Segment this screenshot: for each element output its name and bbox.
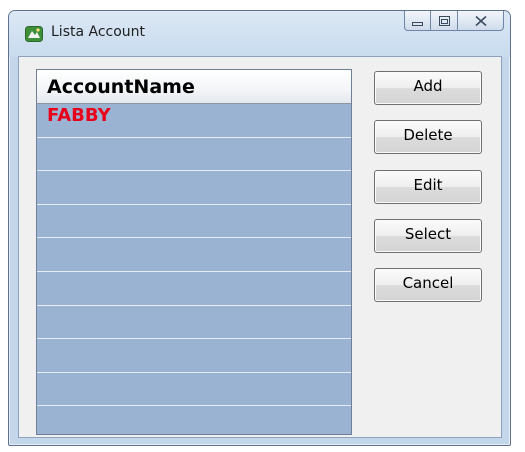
maximize-icon	[438, 11, 450, 30]
window-title: Lista Account	[51, 24, 146, 40]
add-button[interactable]: Add	[374, 71, 482, 105]
close-icon	[474, 11, 487, 30]
table-row[interactable]	[37, 272, 351, 306]
caption-buttons	[404, 11, 504, 33]
column-header-account-name[interactable]: AccountName	[37, 70, 351, 104]
close-button[interactable]	[458, 11, 504, 31]
table-row[interactable]	[37, 238, 351, 272]
table-row[interactable]	[37, 373, 351, 407]
table-row[interactable]	[37, 171, 351, 205]
table-row[interactable]	[37, 205, 351, 239]
title-bar[interactable]: Lista Account	[9, 11, 510, 57]
app-icon	[25, 26, 43, 42]
delete-button[interactable]: Delete	[374, 120, 482, 154]
lista-account-window: Lista Account AccountName FABBY Add Dele…	[8, 10, 511, 446]
minimize-icon	[412, 11, 423, 30]
table-row[interactable]	[37, 406, 351, 434]
table-row[interactable]: FABBY	[37, 104, 351, 138]
table-row[interactable]	[37, 306, 351, 340]
table-row[interactable]	[37, 138, 351, 172]
grid-rows: FABBY	[37, 104, 351, 434]
edit-button[interactable]: Edit	[374, 170, 482, 204]
maximize-button[interactable]	[431, 11, 458, 31]
table-row[interactable]	[37, 339, 351, 373]
select-button[interactable]: Select	[374, 219, 482, 253]
cancel-button[interactable]: Cancel	[374, 268, 482, 302]
client-area: AccountName FABBY Add Delete Edit Select…	[18, 56, 502, 438]
account-grid[interactable]: AccountName FABBY	[36, 69, 352, 435]
minimize-button[interactable]	[404, 11, 431, 31]
